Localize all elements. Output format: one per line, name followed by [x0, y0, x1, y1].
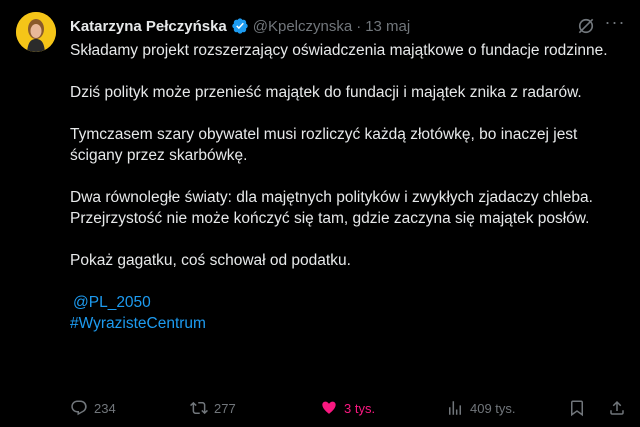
share-button[interactable]: [608, 398, 626, 418]
bookmark-button[interactable]: [568, 398, 586, 418]
header-separator: ·: [356, 17, 362, 35]
views-button[interactable]: 409 tys.: [446, 398, 516, 418]
more-options-icon[interactable]: ···: [604, 13, 626, 36]
reply-button[interactable]: 234: [70, 398, 116, 418]
repost-count: 277: [214, 400, 236, 416]
author-handle[interactable]: @Kpelczynska: [253, 18, 352, 35]
like-button[interactable]: 3 tys.: [320, 398, 375, 418]
views-count: 409 tys.: [470, 400, 516, 416]
heart-icon: [322, 401, 336, 414]
author-name[interactable]: Katarzyna Pełczyńska: [70, 18, 227, 35]
hashtag-link[interactable]: #WyrazisteCentrum: [70, 313, 625, 334]
tweet-paragraph: Tymczasem szary obywatel musi rozliczyć …: [70, 126, 578, 164]
verified-badge-icon: [232, 18, 248, 34]
avatar[interactable]: [16, 12, 56, 52]
tweet-paragraph: Składamy projekt rozszerzający oświadcze…: [70, 42, 608, 59]
like-count: 3 tys.: [344, 400, 376, 416]
repost-button[interactable]: 277: [190, 398, 236, 418]
tweet-paragraph: Dwa równoległe światy: dla majętnych pol…: [70, 189, 593, 206]
grok-icon[interactable]: [576, 16, 596, 36]
action-bar: 234 277 3 tys. 409 tys.: [70, 398, 630, 418]
reply-count: 234: [94, 400, 116, 416]
tweet-text: Składamy projekt rozszerzający oświadcze…: [70, 40, 625, 334]
tweet-paragraph: Dziś polityk może przenieść majątek do f…: [70, 84, 582, 101]
tweet-paragraph: Przejrzystość nie może kończyć się tam, …: [70, 210, 590, 227]
tweet-date[interactable]: 13 maj: [365, 18, 410, 35]
repost-icon: [190, 401, 208, 415]
tweet: Katarzyna Pełczyńska @Kpelczynska · 13 m…: [0, 0, 640, 427]
views-icon: [449, 401, 461, 415]
tweet-header: Katarzyna Pełczyńska @Kpelczynska · 13 m…: [70, 16, 626, 36]
bookmark-icon: [571, 400, 583, 417]
share-icon: [610, 400, 624, 415]
mention-link[interactable]: @PL_2050: [73, 292, 625, 313]
reply-icon: [71, 400, 87, 416]
tweet-paragraph: Pokaż gagatku, coś schował od podatku.: [70, 252, 351, 269]
